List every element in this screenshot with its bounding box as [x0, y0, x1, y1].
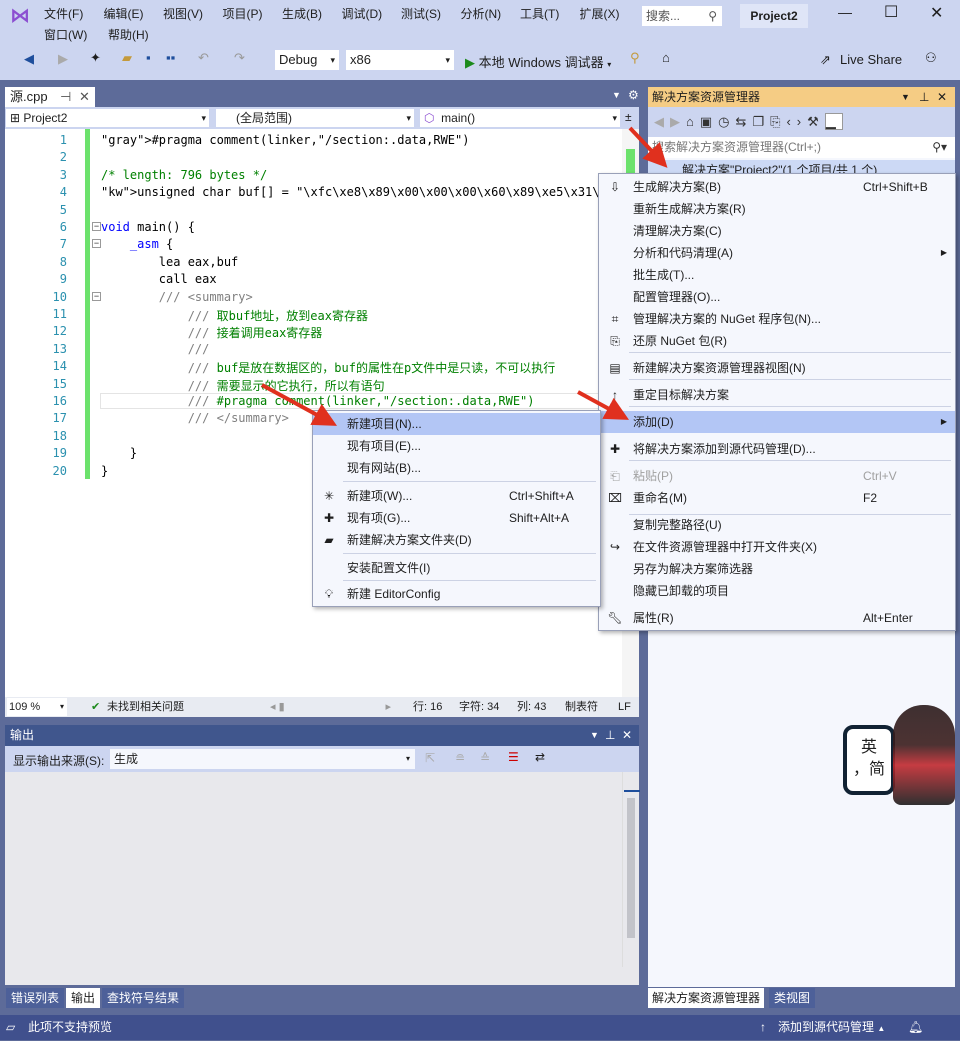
annotation-arrows — [261, 126, 668, 426]
arrow-to-add — [577, 390, 630, 420]
arrow-to-solution — [628, 126, 668, 168]
arrow-to-new-project — [261, 383, 338, 426]
